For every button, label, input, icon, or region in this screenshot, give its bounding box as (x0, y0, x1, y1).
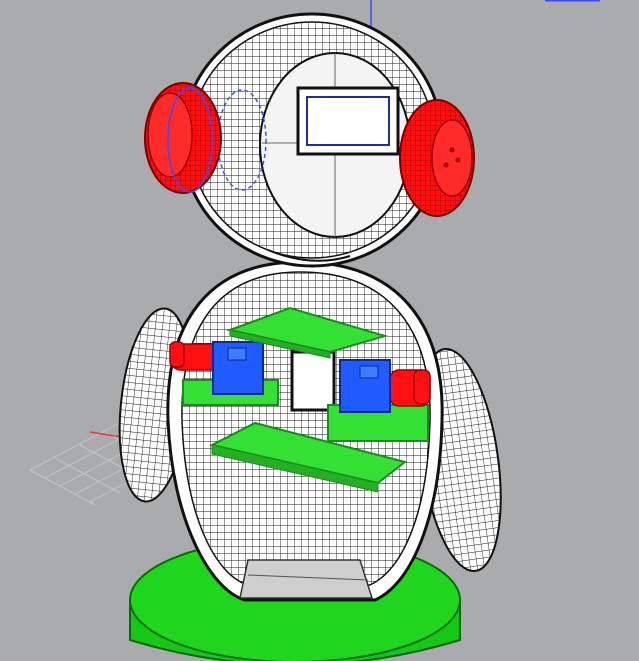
right-ear[interactable] (399, 99, 475, 217)
right-servo[interactable] (339, 359, 391, 413)
left-arm-joint (169, 341, 185, 368)
face-screen[interactable] (296, 86, 400, 156)
viewport-3d[interactable] (0, 0, 639, 661)
left-ear[interactable] (144, 82, 222, 194)
rear-window (290, 350, 336, 412)
right-arm-joint (413, 369, 431, 405)
left-servo[interactable] (212, 341, 264, 395)
scene-svg[interactable] (0, 0, 639, 661)
